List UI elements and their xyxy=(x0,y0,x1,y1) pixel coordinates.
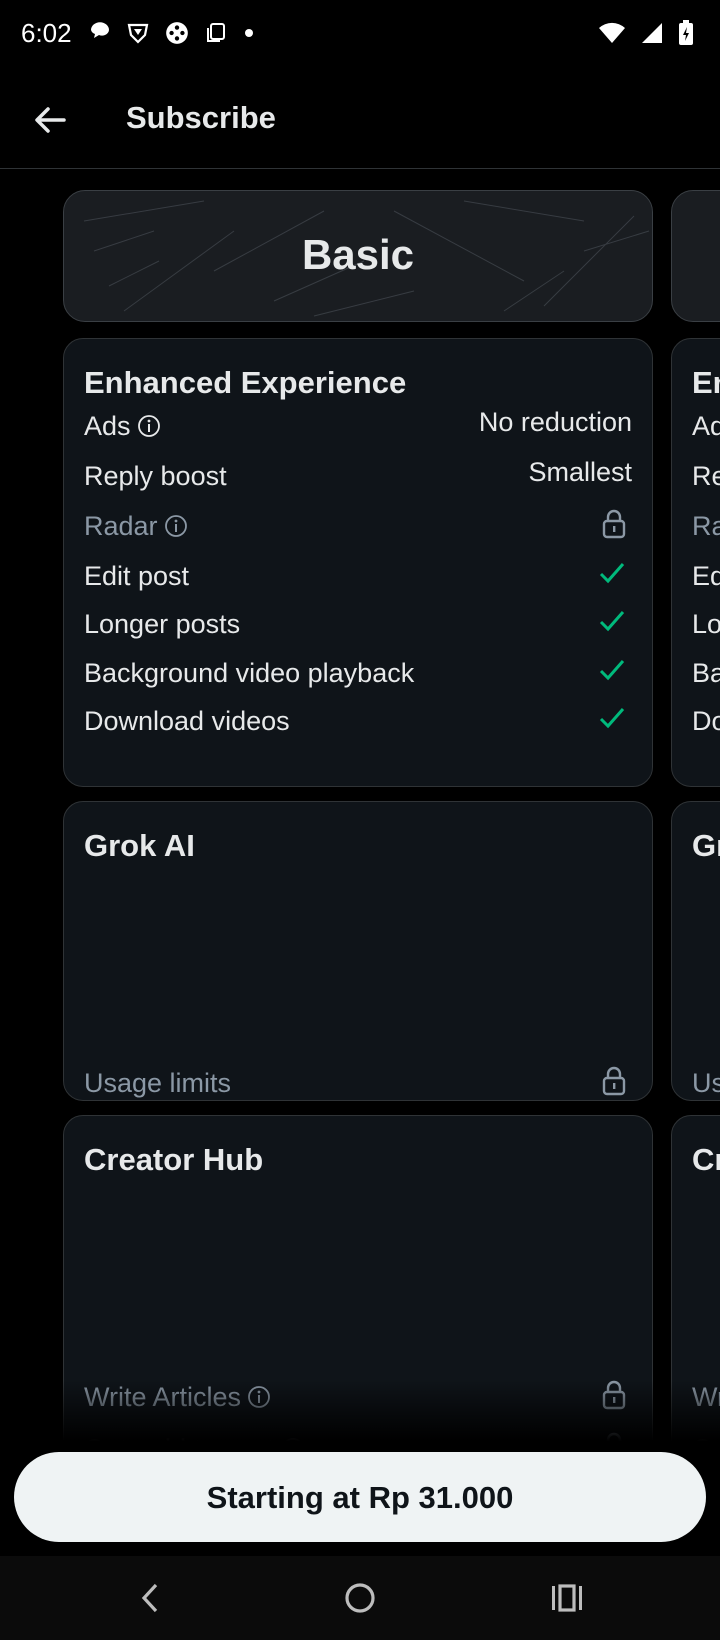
content-fade xyxy=(0,1380,720,1452)
section-title: Enhanced Experience xyxy=(84,365,407,400)
feature-label-next: Lo xyxy=(692,609,720,639)
feature-label: Reply boost xyxy=(84,461,227,492)
feature-label-next: Ed xyxy=(692,561,720,591)
game-controller-icon xyxy=(166,22,188,44)
signal-icon xyxy=(642,23,662,43)
info-icon[interactable] xyxy=(164,514,188,538)
plan-content[interactable]: Basic Enhanced Experience Ads No reduction… xyxy=(0,170,720,1452)
feature-row: Radar xyxy=(84,505,632,549)
feature-label-text: Edit post xyxy=(84,561,190,591)
feature-row-next: Us xyxy=(692,1062,720,1106)
section-title-next: En xyxy=(692,365,720,400)
check-icon xyxy=(598,704,626,739)
info-icon[interactable] xyxy=(137,414,161,438)
section-title-next: Cr xyxy=(692,1142,720,1177)
plan-header-card-next[interactable] xyxy=(671,190,720,322)
feature-label-text: Download videos xyxy=(84,706,290,736)
status-bar: 6:02 xyxy=(0,0,720,70)
system-nav-bar xyxy=(0,1556,720,1640)
wifi-icon xyxy=(599,22,625,43)
check-icon xyxy=(598,607,626,642)
brave-shield-icon xyxy=(127,23,149,44)
lock-icon xyxy=(602,509,626,546)
feature-row-next: Re xyxy=(692,455,720,499)
section-title-next: Gr xyxy=(692,828,720,863)
feature-label: Radar xyxy=(84,511,188,542)
feature-label-text: Usage limits xyxy=(84,1068,232,1098)
feature-row: Ads No reduction xyxy=(84,405,632,449)
check-icon xyxy=(598,559,626,594)
feature-label-next: Us xyxy=(692,1068,720,1098)
home-nav-icon[interactable] xyxy=(342,1580,378,1616)
feature-label-next: Ra xyxy=(692,511,720,541)
feature-row: Longer posts xyxy=(84,603,632,647)
chat-bubble-icon xyxy=(91,22,109,38)
section-card: Enhanced Experience Ads No reduction Reply … xyxy=(63,338,653,787)
page-title: Subscribe xyxy=(126,100,276,135)
feature-row: Download videos xyxy=(84,700,632,744)
feature-row: Background video playback xyxy=(84,652,632,696)
section-title: Creator Hub xyxy=(84,1142,264,1177)
feature-label-text: Radar xyxy=(84,511,158,541)
notification-icons xyxy=(88,20,256,46)
feature-label-next: Do xyxy=(692,706,720,736)
plan-header-card[interactable]: Basic xyxy=(63,190,653,322)
feature-label-next: Ba xyxy=(692,658,720,688)
system-icons xyxy=(598,20,694,46)
feature-row-next: Ad xyxy=(692,405,720,449)
feature-row: Reply boost Smallest xyxy=(84,455,632,499)
lock-icon xyxy=(602,1066,626,1103)
dot-icon xyxy=(245,29,253,37)
feature-row-next: Ed xyxy=(692,555,720,599)
feature-label: Longer posts xyxy=(84,609,240,640)
feature-label-text: Background video playback xyxy=(84,658,415,688)
feature-label-text: Longer posts xyxy=(84,609,241,639)
feature-value: No reduction xyxy=(478,407,632,437)
feature-row: Edit post xyxy=(84,555,632,599)
feature-label: Edit post xyxy=(84,561,189,592)
section-card: Grok AIUsage limitsSuperGrokEarly access… xyxy=(63,801,653,1248)
feature-label: Download videos xyxy=(84,706,290,737)
feature-label: Background video playback xyxy=(84,658,414,689)
copy-icon xyxy=(207,23,225,42)
section-card-next: En Ad Re Ra Ed Lo Ba Do xyxy=(671,338,720,787)
recents-nav-icon[interactable] xyxy=(550,1580,584,1616)
feature-label: Usage limits xyxy=(84,1068,231,1099)
feature-value: Smallest xyxy=(528,457,632,487)
feature-label: Ads xyxy=(84,411,161,442)
battery-icon xyxy=(679,20,693,45)
subscribe-button[interactable]: Starting at Rp 31.000 xyxy=(14,1452,706,1542)
feature-row-next: Lo xyxy=(692,603,720,647)
back-arrow-icon[interactable] xyxy=(30,100,70,140)
feature-label-text: Reply boost xyxy=(84,461,227,491)
check-icon xyxy=(598,656,626,691)
feature-row-next: Ra xyxy=(692,505,720,549)
back-nav-icon[interactable] xyxy=(136,1580,166,1616)
feature-row: Usage limits xyxy=(84,1062,632,1106)
status-time: 6:02 xyxy=(21,18,72,48)
feature-row-next: Do xyxy=(692,700,720,744)
section-card-next: GrUsSuEaTa xyxy=(671,801,720,1248)
feature-row-next: Ba xyxy=(692,652,720,696)
feature-label-text: Ads xyxy=(84,411,131,441)
feature-label-next: Re xyxy=(692,461,720,491)
section-title: Grok AI xyxy=(84,828,195,863)
plan-title: Basic xyxy=(301,231,415,278)
feature-label-next: Ad xyxy=(692,411,720,441)
app-header: Subscribe xyxy=(0,70,720,169)
